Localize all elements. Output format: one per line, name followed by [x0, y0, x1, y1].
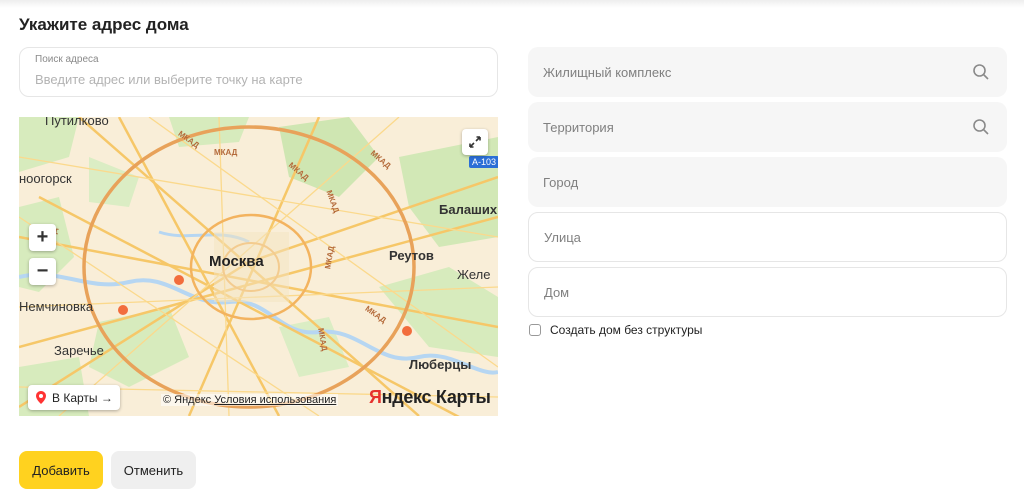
map-label-zhel: Желе — [457, 267, 491, 282]
house-placeholder: Дом — [544, 284, 570, 300]
map-label-zarechye: Заречье — [54, 343, 104, 358]
page-title: Укажите адрес дома — [19, 15, 189, 34]
map-copyright: © Яндекс Условия использования — [161, 394, 339, 406]
logo-text: ндекс Карты — [381, 387, 491, 407]
residential-complex-placeholder: Жилищный комплекс — [543, 64, 672, 80]
search-icon[interactable] — [972, 118, 990, 136]
address-search-input[interactable] — [35, 69, 475, 89]
map-label-lyubertsy: Люберцы — [409, 357, 472, 372]
map-label-reutov: Реутов — [389, 248, 434, 263]
yandex-maps-logo[interactable]: Яндекс Карты — [369, 387, 491, 408]
metro-icon — [402, 326, 412, 336]
zoom-in-button[interactable]: + — [29, 224, 56, 251]
open-in-maps-button[interactable]: В Карты → — [28, 385, 120, 410]
top-shadow — [0, 0, 1024, 8]
add-button[interactable]: Добавить — [19, 451, 103, 489]
road-sign-a103: А-103 — [469, 156, 498, 168]
cancel-button[interactable]: Отменить — [111, 451, 196, 489]
city-placeholder: Город — [543, 174, 579, 190]
metro-icon — [118, 305, 128, 315]
no-structure-option[interactable]: Создать дом без структуры — [529, 323, 702, 337]
no-structure-label: Создать дом без структуры — [550, 323, 703, 337]
address-search-label: Поиск адреса — [35, 54, 99, 65]
street-placeholder: Улица — [544, 229, 581, 245]
map-label-putilkovo: Путилково — [45, 117, 109, 128]
map-label-balashikha: Балаших — [439, 202, 498, 217]
metro-icon — [174, 275, 184, 285]
fullscreen-button[interactable] — [462, 129, 488, 155]
open-in-maps-label: В Карты → — [52, 390, 113, 405]
street-field[interactable]: Улица — [528, 212, 1007, 262]
copyright-text: © Яндекс — [163, 394, 212, 406]
search-icon[interactable] — [972, 63, 990, 81]
terms-link[interactable]: Условия использования — [214, 394, 336, 406]
expand-icon — [469, 136, 481, 148]
residential-complex-field[interactable]: Жилищный комплекс — [528, 47, 1007, 97]
map-label-nemchinovka: Немчиновка — [19, 299, 94, 314]
territory-field[interactable]: Территория — [528, 102, 1007, 152]
zoom-out-button[interactable]: − — [29, 258, 56, 285]
house-field[interactable]: Дом — [528, 267, 1007, 317]
map-label-dolgoprudny: ноогорск — [19, 171, 72, 186]
map[interactable]: Путилково ноогорск Балаших Москва Реутов… — [19, 117, 498, 416]
logo-letter: Я — [369, 387, 382, 407]
city-field[interactable]: Город — [528, 157, 1007, 207]
address-search-field[interactable]: Поиск адреса — [19, 47, 498, 97]
location-pin-icon — [36, 391, 46, 404]
map-label-moscow: Москва — [209, 253, 264, 270]
territory-placeholder: Территория — [543, 119, 614, 135]
mkad-label: МКАД — [214, 148, 238, 157]
no-structure-checkbox[interactable] — [529, 324, 541, 336]
